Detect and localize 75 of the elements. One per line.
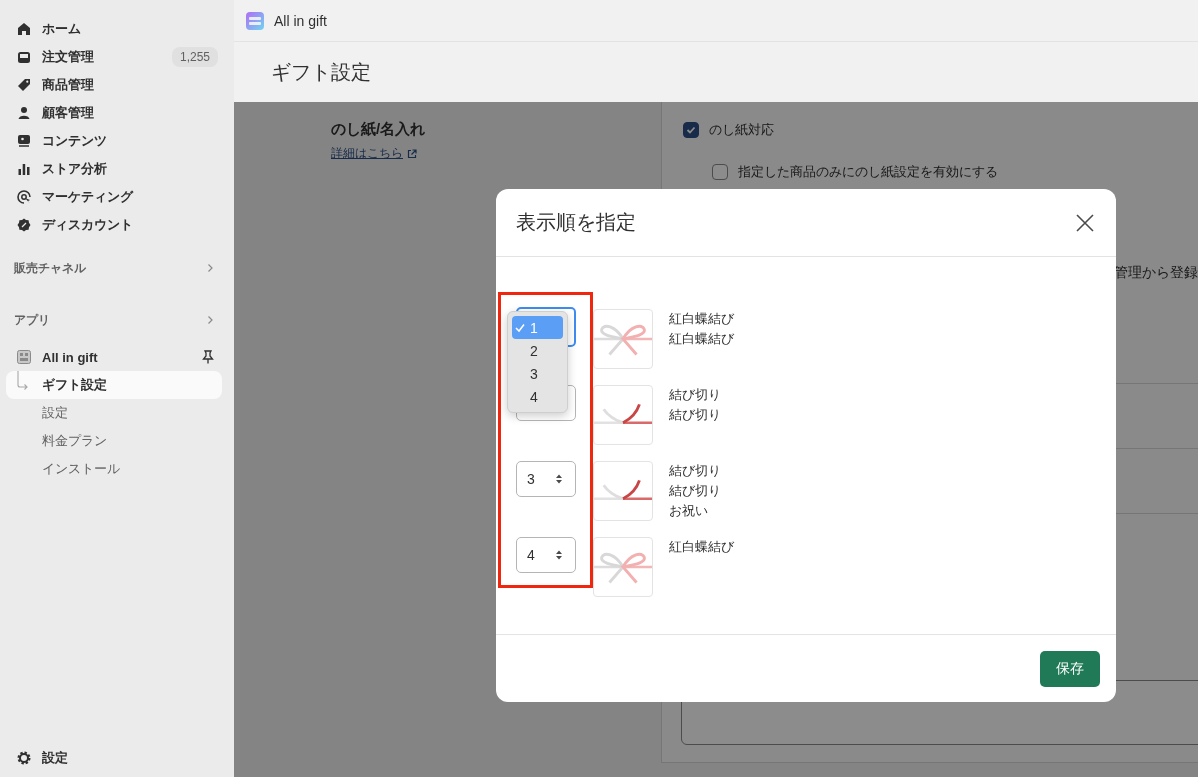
tag-icon: [17, 78, 31, 92]
bar-chart-icon: [17, 162, 31, 176]
count-badge: 1,255: [171, 47, 218, 67]
nav-label: ストア分析: [42, 160, 108, 178]
checkbox-label: 指定した商品のみにのし紙設定を有効にする: [738, 163, 998, 181]
sub-nav-item[interactable]: 料金プラン: [6, 427, 222, 455]
nav-item[interactable]: 顧客管理: [0, 99, 234, 127]
close-icon[interactable]: [1076, 213, 1094, 232]
nav-item[interactable]: ディスカウント: [0, 211, 234, 239]
home-icon: [17, 22, 31, 36]
settings-item[interactable]: 設定: [0, 744, 234, 772]
knot-drawing: [593, 461, 653, 521]
bow-drawing: [593, 537, 653, 597]
save-button[interactable]: 保存: [1040, 650, 1100, 687]
item-name: 結び切り: [669, 386, 721, 404]
bow-drawing: [593, 309, 653, 369]
dropdown-option[interactable]: 2: [512, 339, 563, 362]
pin-icon: [202, 350, 214, 364]
item-name: お祝い: [669, 502, 709, 520]
checkbox[interactable]: [683, 122, 699, 138]
target-icon: [17, 190, 31, 204]
section-header[interactable]: 販売チャネル: [0, 254, 234, 282]
nav-label: ディスカウント: [42, 216, 134, 234]
nav-item[interactable]: コンテンツ: [0, 127, 234, 155]
nav-label: マーケティング: [42, 188, 135, 206]
nav-item[interactable]: ストア分析: [0, 155, 234, 183]
item-name: 結び切り: [669, 462, 721, 480]
item-name: 紅白蝶結び: [669, 330, 734, 348]
check-icon: [685, 124, 697, 136]
app-logo-icon: [246, 11, 264, 30]
app-name: All in gift: [274, 12, 327, 29]
nav-label: 商品管理: [42, 76, 95, 94]
section-title: のし紙/名入れ: [331, 120, 426, 139]
sub-nav-item[interactable]: インストール: [6, 455, 222, 483]
sub-nav-item[interactable]: 設定: [6, 399, 222, 427]
discount-icon: [17, 218, 31, 232]
nav-label: 注文管理: [42, 48, 95, 66]
item-name: 紅白蝶結び: [669, 538, 734, 556]
checkbox-label: のし紙対応: [709, 121, 774, 139]
settings-icon: [17, 751, 31, 765]
tray-icon: [17, 50, 31, 64]
nav-item[interactable]: ホーム: [0, 15, 234, 43]
nav-label: All in gift: [42, 349, 99, 365]
monitor-icon: [17, 134, 31, 148]
page-title: ギフト設定: [271, 59, 371, 85]
app-item[interactable]: All in gift: [0, 343, 234, 371]
order-select[interactable]: 4: [516, 537, 576, 573]
up-down-icon: [555, 473, 563, 485]
nav-label: コンテンツ: [42, 132, 108, 150]
sub-nav-item[interactable]: ギフト設定: [6, 371, 222, 399]
section-label: 販売チャネル: [14, 259, 86, 277]
nav-label: ホーム: [42, 20, 82, 38]
chevron-icon: [206, 263, 214, 273]
up-down-icon: [555, 549, 563, 561]
knot-drawing: [593, 385, 653, 445]
nav-label: 設定: [42, 749, 69, 767]
dropdown-option[interactable]: 3: [512, 362, 563, 385]
checkbox[interactable]: [712, 164, 728, 180]
dropdown-option[interactable]: 4: [512, 385, 563, 408]
nav-item[interactable]: マーケティング: [0, 183, 234, 211]
order-select[interactable]: 3: [516, 461, 576, 497]
section-label: アプリ: [14, 311, 50, 329]
section-header[interactable]: アプリ: [0, 306, 234, 334]
nav-item[interactable]: 商品管理: [0, 71, 234, 99]
item-name: 結び切り: [669, 482, 721, 500]
external-link-icon: [407, 148, 417, 159]
nav-item[interactable]: 注文管理 1,255: [0, 43, 234, 71]
nav-label: 顧客管理: [42, 104, 95, 122]
chevron-icon: [206, 315, 214, 325]
item-name: 結び切り: [669, 406, 721, 424]
app-icon: [17, 350, 31, 364]
person-icon: [17, 106, 31, 120]
dialog-title: 表示順を指定: [516, 210, 636, 235]
item-name: 紅白蝶結び: [669, 310, 734, 328]
check-icon: [515, 322, 525, 333]
